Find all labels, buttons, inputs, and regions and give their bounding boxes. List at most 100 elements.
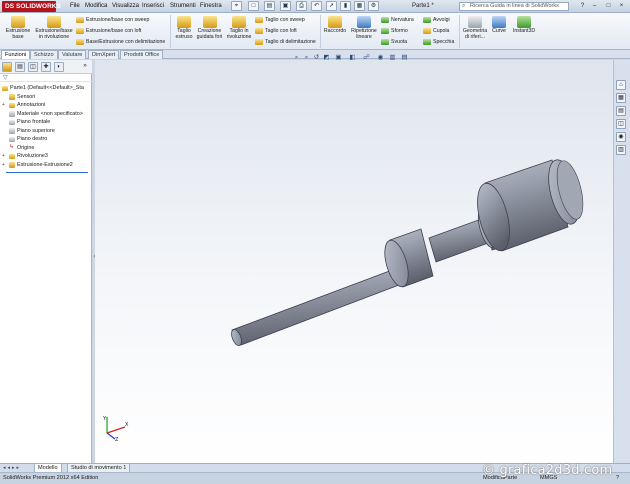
revolved-cut-button[interactable]: Taglio in rivoluzione — [224, 16, 254, 41]
hole-wizard-icon — [202, 16, 217, 28]
solidworks-resources-icon[interactable]: ⌂ — [616, 80, 626, 90]
boundary-boss-button[interactable]: Base/Estrusione con delimitazione — [76, 38, 165, 46]
tree-item-estrusione2[interactable]: + Estrusione-Estrusione2 — [0, 161, 92, 170]
close-button[interactable]: × — [617, 2, 626, 11]
feature-manager-icon[interactable] — [2, 62, 12, 72]
lofted-cut-button[interactable]: Taglio con loft — [255, 27, 297, 35]
wrap-icon — [423, 17, 431, 23]
help-button[interactable]: ? — [578, 2, 587, 11]
instant3d-icon — [517, 16, 531, 28]
solidworks-logo[interactable]: DS SOLIDWORKS — [2, 1, 61, 12]
part-icon — [2, 85, 8, 91]
product-edition: SolidWorks Premium 2012 x64 Edition — [3, 475, 99, 481]
instant3d-button[interactable]: Instant3D — [510, 16, 538, 35]
dimxpert-manager-icon[interactable]: ✚ — [41, 62, 51, 72]
menu-visualizza[interactable]: Visualizza — [112, 1, 139, 12]
display-manager-icon[interactable]: ◐ — [54, 62, 64, 72]
tree-item-annotazioni[interactable]: + Annotazioni — [0, 101, 92, 110]
extruded-boss-button[interactable]: Estrusione base — [2, 16, 34, 41]
pin-icon[interactable]: ⌖ — [231, 1, 242, 11]
file-properties-icon[interactable]: ▦ — [354, 1, 365, 11]
tree-item-origine[interactable]: ↳ Origine — [0, 144, 92, 153]
tree-item-piano-frontale[interactable]: Piano frontale — [0, 118, 92, 127]
cut-revolve-icon — [232, 16, 246, 28]
lofted-boss-button[interactable]: Estrusione/base con loft — [76, 27, 141, 35]
undo-icon[interactable]: ↶ — [311, 1, 322, 11]
command-manager-ribbon: Estrusione base Estrusione/base in rivoluz… — [0, 13, 630, 50]
appearances-icon[interactable]: ◉ — [616, 132, 626, 142]
maximize-button[interactable]: □ — [604, 2, 613, 11]
menu-finestra[interactable]: Finestra — [200, 1, 222, 12]
annotation-icon — [9, 102, 15, 108]
handle-cylinder — [477, 159, 584, 252]
rib-icon — [381, 17, 389, 23]
menu-file[interactable]: File — [70, 1, 80, 12]
property-manager-icon[interactable]: ▤ — [15, 62, 25, 72]
expand-panel-icon[interactable]: » — [80, 62, 90, 72]
rebuild-icon[interactable]: ▮ — [340, 1, 351, 11]
ribbon-separator — [170, 15, 171, 48]
help-search-input[interactable]: ⌕ Ricerca Guida in linea di SolidWorks — [459, 2, 569, 11]
tree-item-piano-superiore[interactable]: Piano superiore — [0, 127, 92, 136]
rib-button[interactable]: Nervatura — [381, 16, 414, 24]
tab-scroll-arrows-icon[interactable]: ◂◂▸▸ — [3, 465, 21, 471]
swept-cut-button[interactable]: Taglio con sweep — [255, 16, 305, 24]
menu-inserisci[interactable]: Inserisci — [142, 1, 164, 12]
tree-item-rivoluzione3[interactable]: + Rivoluzione3 — [0, 152, 92, 161]
graphics-area[interactable]: ⌕ ⌕ ↺ ◩ ▣ ◧ ☍ ◉ ▥ ▤ X Y Z — [95, 54, 613, 463]
filter-icon: ▽ — [3, 75, 8, 81]
tree-root[interactable]: Parte1 (Default<<Default>_Sta — [0, 84, 92, 93]
tab-prodotti-office[interactable]: Prodotti Office — [120, 50, 164, 59]
save-icon[interactable]: ▣ — [280, 1, 291, 11]
minimize-button[interactable]: – — [590, 2, 599, 11]
design-library-icon[interactable]: ▦ — [616, 93, 626, 103]
cut-loft-icon — [255, 28, 263, 34]
tab-dimxpert[interactable]: DimXpert — [88, 50, 120, 59]
part-model-3d[interactable] — [95, 60, 613, 463]
menu-strumenti[interactable]: Strumenti — [170, 1, 196, 12]
select-icon[interactable]: ➚ — [326, 1, 337, 11]
reference-geometry-button[interactable]: Geometria di riferi... — [460, 16, 490, 41]
shell-button[interactable]: Svuota — [381, 38, 407, 46]
sensor-icon — [9, 94, 15, 100]
plane-icon — [9, 136, 15, 142]
help-status-icon[interactable]: ? — [616, 473, 619, 484]
wrap-button[interactable]: Avvolgi — [423, 16, 450, 24]
curves-button[interactable]: Curve — [489, 16, 509, 35]
dome-button[interactable]: Cupola — [423, 27, 449, 35]
file-explorer-icon[interactable]: ▤ — [616, 106, 626, 116]
draft-button[interactable]: Sformo — [381, 27, 408, 35]
revolved-boss-button[interactable]: Estrusione/base in rivoluzione — [33, 16, 75, 41]
tab-schizzo[interactable]: Schizzo — [30, 50, 58, 59]
print-icon[interactable]: ⎙ — [296, 1, 307, 11]
watermark: © grafica2d3d.com — [482, 463, 613, 478]
tab-funzioni[interactable]: Funzioni — [1, 50, 31, 59]
rollback-bar[interactable] — [6, 172, 88, 173]
configuration-manager-icon[interactable]: ◫ — [28, 62, 38, 72]
swept-boss-button[interactable]: Estrusione/base con sweep — [76, 16, 149, 24]
tree-item-piano-destro[interactable]: Piano destro — [0, 135, 92, 144]
fillet-button[interactable]: Raccordo — [321, 16, 349, 35]
svg-text:Y: Y — [102, 416, 107, 422]
boundary-cut-button[interactable]: Taglio di delimitazione — [255, 38, 316, 46]
cut-boundary-icon — [255, 39, 263, 45]
view-palette-icon[interactable]: ◫ — [616, 119, 626, 129]
tab-valutare[interactable]: Valutare — [58, 50, 87, 59]
boundary-icon — [76, 39, 84, 45]
tree-item-materiale[interactable]: Materiale <non specificato> — [0, 110, 92, 119]
tree-item-sensori[interactable]: Sensori — [0, 93, 92, 102]
extruded-cut-button[interactable]: Taglio estruso — [172, 16, 196, 41]
svg-text:X: X — [125, 422, 129, 428]
menu-modifica[interactable]: Modifica — [85, 1, 107, 12]
mirror-button[interactable]: Specchia — [423, 38, 454, 46]
linear-pattern-button[interactable]: Ripetizione lineare — [348, 16, 380, 41]
cut-extrude-icon — [177, 16, 191, 28]
hole-wizard-button[interactable]: Creazione guidata fori — [195, 16, 224, 41]
options-icon[interactable]: ⚙ — [368, 1, 379, 11]
open-icon[interactable]: ▤ — [264, 1, 275, 11]
feature-tree: Parte1 (Default<<Default>_Sta Sensori + A… — [0, 84, 92, 169]
custom-properties-icon[interactable]: ▥ — [616, 145, 626, 155]
task-pane-strip: ⌂ ▦ ▤ ◫ ◉ ▥ — [613, 60, 630, 463]
new-document-icon[interactable]: □ — [248, 1, 259, 11]
tree-filter[interactable]: ▽ — [0, 74, 92, 82]
